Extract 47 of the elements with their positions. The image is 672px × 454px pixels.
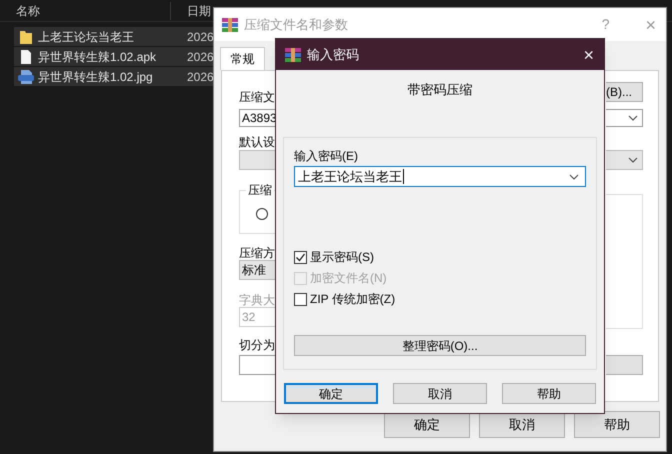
profile-dropdown[interactable] <box>239 150 276 170</box>
file-row[interactable]: 异世界转生辣1.02.apk 2026 <box>14 47 215 66</box>
field-label: 切分为 <box>239 338 276 352</box>
checkbox[interactable] <box>294 292 307 306</box>
dialog-heading: 带密码压缩 <box>406 82 474 98</box>
window-title: 输入密码 <box>307 46 359 64</box>
chevron-down-icon <box>628 115 638 121</box>
chevron-down-icon <box>569 174 579 180</box>
file-row[interactable]: 上老王论坛当老王 2026 <box>14 27 215 46</box>
field-label: 默认设 <box>239 135 276 149</box>
file-date: 2026 <box>187 48 214 66</box>
tab[interactable]: 常规 <box>220 47 265 70</box>
dialog-button[interactable]: 取消 <box>393 383 487 404</box>
file-date: 2026 <box>187 28 214 46</box>
file-date: 2026 <box>187 68 214 86</box>
checkbox[interactable] <box>294 250 307 264</box>
field-label: 输入密码(E) <box>294 149 359 163</box>
column-header[interactable]: 日期 <box>171 2 211 20</box>
document-icon <box>20 48 32 64</box>
folder-icon <box>19 28 33 44</box>
window-title: 压缩文件名和参数 <box>244 16 348 34</box>
archive-books-icon <box>222 16 238 32</box>
group-label: 压缩 <box>246 183 274 197</box>
file-name: 异世界转生辣1.02.apk <box>37 48 158 66</box>
password-field[interactable]: 上老王论坛当老王 <box>294 166 586 187</box>
checkbox-label: 显示密码(S) <box>310 249 374 266</box>
archive-books-icon <box>285 46 301 62</box>
browse-button[interactable]: (B)... <box>606 82 643 102</box>
file-row[interactable]: 异世界转生辣1.02.jpg 2026 <box>14 67 215 86</box>
filename-dropdown-button[interactable] <box>606 109 643 127</box>
image-file-icon <box>18 68 34 84</box>
chevron-down-icon <box>628 157 638 163</box>
dialog-button[interactable]: 帮助 <box>502 383 596 404</box>
organize-passwords-button[interactable]: 整理密码(O)... <box>294 335 586 356</box>
file-name: 上老王论坛当老王 <box>37 28 135 46</box>
field-label: 压缩方 <box>239 246 276 260</box>
method-dropdown[interactable]: 标准 <box>239 260 276 280</box>
radio-button[interactable] <box>256 208 268 220</box>
dialog-button[interactable]: 帮助 <box>574 411 660 438</box>
checkbox-label: ZIP 传统加密(Z) <box>310 291 396 308</box>
field-label: 字典大 <box>239 293 276 307</box>
close-button[interactable]: × <box>583 46 594 64</box>
field-label: 压缩文 <box>239 90 276 104</box>
checkbox-label: 加密文件名(N) <box>310 270 387 287</box>
column-header[interactable]: 名称 <box>0 2 171 20</box>
dialog-button[interactable]: 确定 <box>284 383 378 404</box>
file-name: 异世界转生辣1.02.jpg <box>37 68 154 86</box>
